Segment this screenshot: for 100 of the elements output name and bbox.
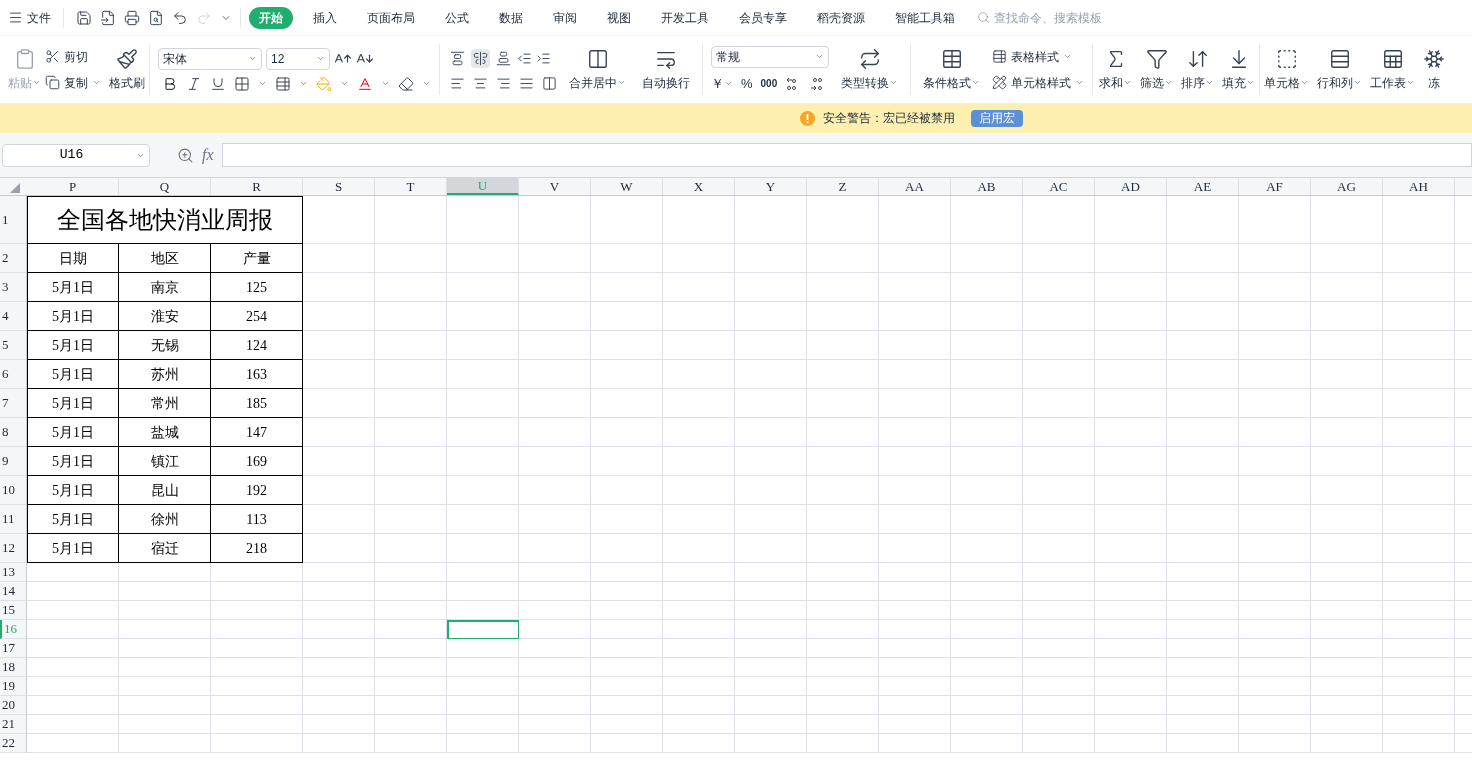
percent-button[interactable]: %	[741, 73, 753, 94]
column-header[interactable]: AG	[1311, 178, 1383, 195]
column-header[interactable]: P	[27, 178, 119, 195]
row-header[interactable]: 18	[0, 658, 27, 677]
ribbon-button[interactable]: 排序	[1177, 47, 1218, 92]
column-header[interactable]: AC	[1023, 178, 1095, 195]
column-header[interactable]: V	[519, 178, 591, 195]
caret-icon	[971, 78, 980, 87]
empty-cell	[735, 534, 807, 563]
ribbon-button[interactable]: 合并居中	[565, 47, 630, 92]
table-icon	[940, 47, 963, 70]
ribbon-tab[interactable]: 审阅	[541, 6, 589, 29]
empty-cell	[303, 696, 375, 715]
vertical-align-button[interactable]	[471, 48, 490, 68]
empty-cell	[1239, 418, 1311, 447]
column-header[interactable]: Z	[807, 178, 879, 195]
row-header[interactable]: 1	[0, 196, 27, 244]
ribbon-button[interactable]: 自动换行	[638, 47, 694, 92]
ribbon-button[interactable]: 冻	[1419, 47, 1449, 92]
column-header[interactable]: R	[211, 178, 303, 195]
ribbon-button[interactable]: 单元格	[1260, 47, 1313, 92]
column-header[interactable]: AF	[1239, 178, 1311, 195]
ribbon-tab[interactable]: 插入	[301, 6, 349, 29]
ribbon-tab[interactable]: 公式	[433, 6, 481, 29]
empty-cell	[519, 639, 591, 658]
empty-cell	[303, 360, 375, 389]
distribute-icon	[542, 75, 557, 91]
ribbon-button[interactable]: 筛选	[1136, 47, 1177, 92]
table-style-button[interactable]: 表格样式	[992, 47, 1084, 66]
column-header[interactable]: AE	[1167, 178, 1239, 195]
ribbon-button[interactable]: 格式刷	[105, 47, 149, 92]
name-box[interactable]: U16	[2, 143, 150, 167]
redo-icon	[196, 9, 212, 26]
ribbon-tab[interactable]: 会员专享	[727, 6, 799, 29]
row-header[interactable]: 11	[0, 505, 27, 534]
number-format-field[interactable]: 常规	[711, 45, 829, 68]
column-header[interactable]: W	[591, 178, 663, 195]
empty-cell	[663, 273, 735, 302]
empty-cell	[807, 620, 879, 639]
empty-cell	[591, 389, 663, 418]
empty-cell	[951, 273, 1023, 302]
fx-label[interactable]: fx	[202, 143, 222, 167]
row-header[interactable]: 4	[0, 302, 27, 331]
row-header[interactable]: 14	[0, 582, 27, 601]
ribbon-button[interactable]: 求和	[1095, 47, 1136, 92]
row-header[interactable]: 6	[0, 360, 27, 389]
empty-cell	[1023, 360, 1095, 389]
font-name-field[interactable]: 宋体	[158, 47, 262, 70]
row-header[interactable]: 21	[0, 715, 27, 734]
column-header[interactable]: Y	[735, 178, 807, 195]
ribbon-button[interactable]: 行和列	[1313, 47, 1366, 92]
row-header[interactable]: 9	[0, 447, 27, 476]
ribbon-button[interactable]: 工作表	[1366, 47, 1419, 92]
empty-cell	[1023, 734, 1095, 753]
empty-cell	[519, 601, 591, 620]
active-cell[interactable]	[447, 620, 519, 639]
font-size-field[interactable]: 12	[266, 47, 330, 70]
column-header[interactable]: S	[303, 178, 375, 195]
row-header[interactable]: 2	[0, 244, 27, 273]
formula-input[interactable]	[222, 143, 1472, 167]
ribbon-tab[interactable]: 稻壳资源	[805, 6, 877, 29]
column-header[interactable]: AB	[951, 178, 1023, 195]
row-header[interactable]: 22	[0, 734, 27, 753]
row-header[interactable]: 17	[0, 639, 27, 658]
row-header[interactable]: 19	[0, 677, 27, 696]
row-header[interactable]: 20	[0, 696, 27, 715]
empty-cell	[375, 620, 447, 639]
ribbon-tab[interactable]: 视图	[595, 6, 643, 29]
ribbon-button[interactable]: 条件格式	[919, 47, 984, 92]
row-header[interactable]: 12	[0, 534, 27, 563]
ribbon-button[interactable]: 填充	[1218, 47, 1259, 92]
empty-cell	[663, 639, 735, 658]
column-header[interactable]: Q	[119, 178, 211, 195]
cut-button[interactable]: 剪切	[45, 47, 101, 66]
ribbon-tab[interactable]: 智能工具箱	[883, 6, 967, 29]
empty-cell	[1095, 244, 1167, 273]
ribbon-tab[interactable]: 页面布局	[355, 6, 427, 29]
column-header[interactable]: X	[663, 178, 735, 195]
thousands-button[interactable]: 000	[760, 76, 778, 91]
ribbon-tab[interactable]: 数据	[487, 6, 535, 29]
cell-style-button[interactable]: 单元格样式	[992, 73, 1084, 92]
column-header[interactable]: AD	[1095, 178, 1167, 195]
file-menu[interactable]: 文件	[0, 8, 59, 27]
empty-cell	[1167, 360, 1239, 389]
row-header[interactable]: 15	[0, 601, 27, 620]
ribbon-tab[interactable]: 开发工具	[649, 6, 721, 29]
row-header[interactable]: 7	[0, 389, 27, 418]
row-header[interactable]: 13	[0, 563, 27, 582]
empty-cell	[951, 582, 1023, 601]
caret-icon	[316, 54, 325, 63]
column-header[interactable]: AA	[879, 178, 951, 195]
column-header[interactable]: AH	[1383, 178, 1455, 195]
row-header[interactable]: 5	[0, 331, 27, 360]
row-header[interactable]: 10	[0, 476, 27, 505]
empty-cell	[807, 244, 879, 273]
copy-button[interactable]: 复制	[45, 73, 101, 92]
row-header[interactable]: 3	[0, 273, 27, 302]
ribbon-button[interactable]: 类型转换	[837, 47, 902, 92]
currency-button[interactable]: ￥	[711, 73, 733, 94]
row-header[interactable]: 8	[0, 418, 27, 447]
